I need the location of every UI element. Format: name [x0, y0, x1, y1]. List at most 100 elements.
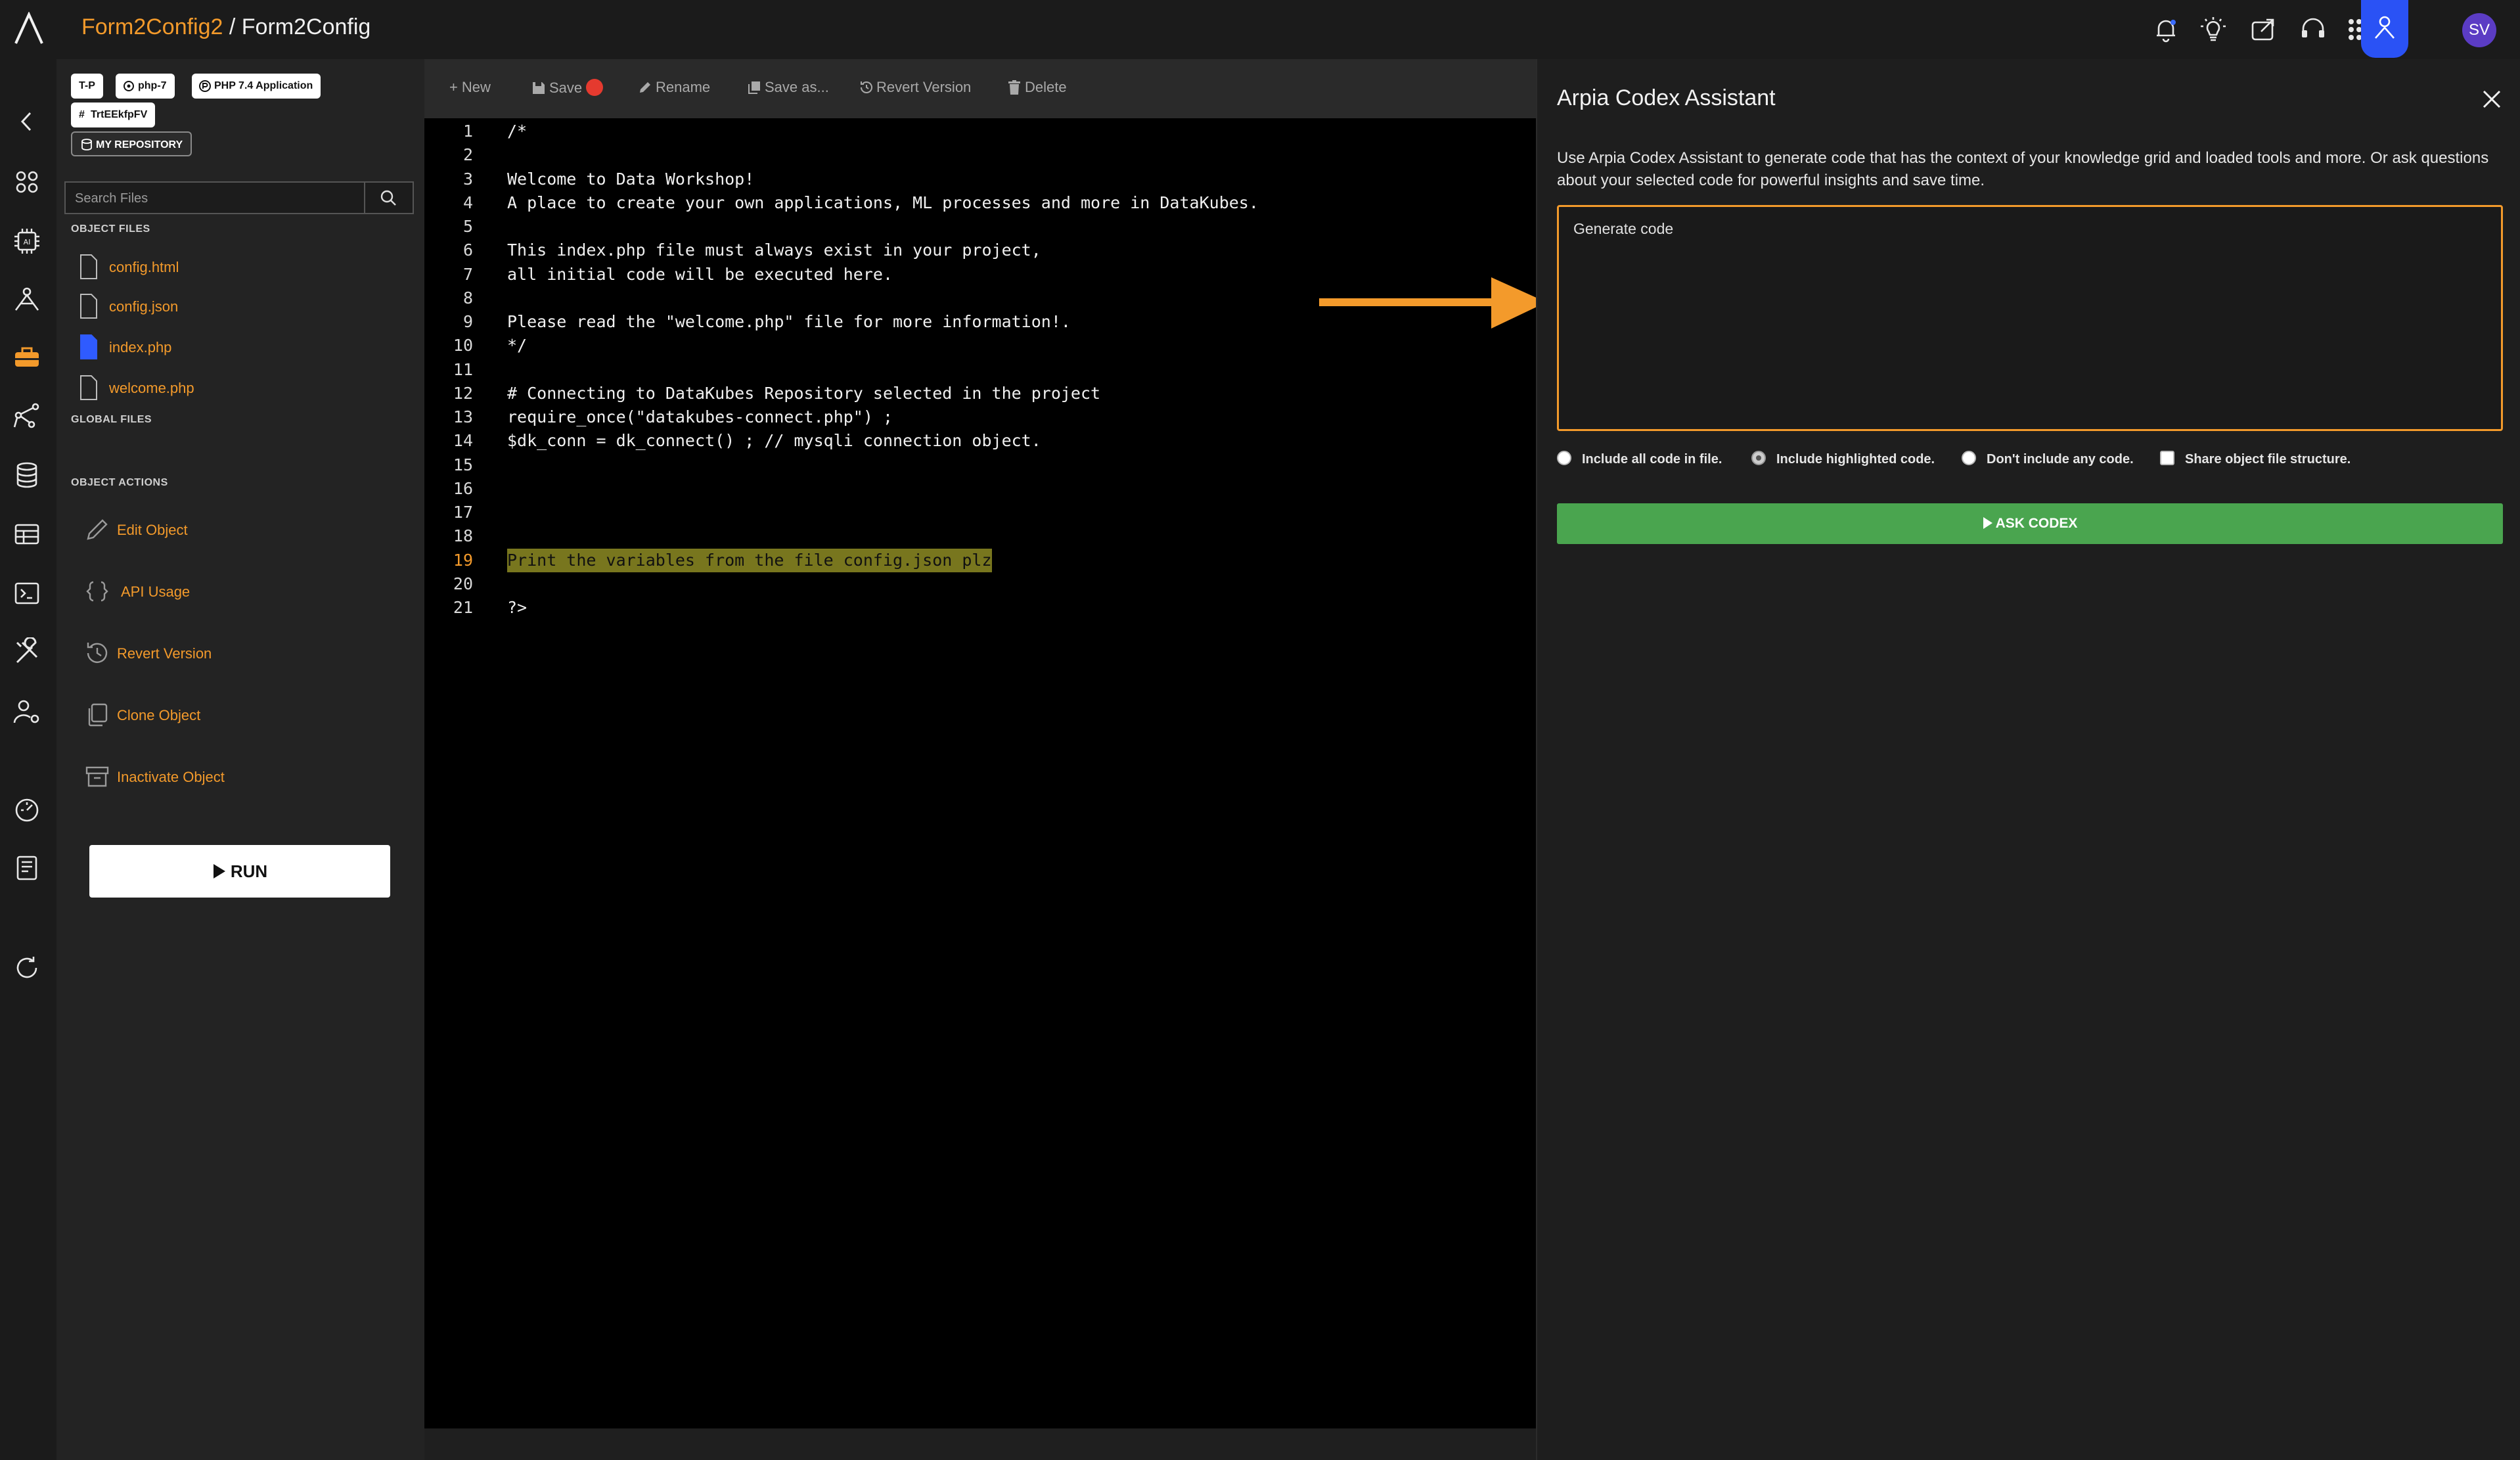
bell-icon[interactable]: [2151, 14, 2181, 45]
line-number: 13: [453, 407, 473, 426]
object-files-heading: OBJECT FILES: [71, 223, 150, 235]
tag-runtime: PHP 7.4 Application: [192, 74, 321, 99]
include-highlighted-radio[interactable]: [1751, 451, 1766, 465]
share-structure-label: Share object file structure.: [2185, 452, 2351, 467]
copy-icon: [88, 703, 108, 727]
save-label: Save: [549, 80, 583, 96]
include-none-radio[interactable]: [1962, 451, 1976, 465]
codex-assistant-panel: Arpia Codex Assistant Use Arpia Codex As…: [1536, 59, 2520, 1460]
code-line: 12 # Connecting to DataKubes Repository s…: [424, 382, 1536, 405]
breadcrumb-project[interactable]: Form2Config2: [81, 14, 223, 39]
arpia-logo[interactable]: [12, 11, 46, 46]
delete-button[interactable]: Delete: [1008, 79, 1067, 96]
line-number: 19: [453, 550, 473, 570]
pencil-icon: [87, 519, 108, 540]
line-number: 20: [453, 574, 473, 593]
tag-php-version: php-7: [116, 74, 175, 99]
editor-status-bar: [424, 1428, 1536, 1460]
network-icon[interactable]: [12, 284, 42, 314]
share-nodes-icon[interactable]: [12, 401, 42, 431]
rename-label: Rename: [656, 79, 711, 95]
line-number: 5: [462, 217, 473, 236]
line-number: 14: [453, 431, 473, 451]
code-text: A place to create your own applications,…: [507, 193, 1259, 212]
prompt-textarea[interactable]: [1572, 219, 2481, 419]
include-none-option[interactable]: Don't include any code.: [1962, 449, 2134, 469]
assistant-icon: [2375, 16, 2395, 39]
file-item[interactable]: welcome.php: [79, 375, 276, 401]
revert-version-button[interactable]: Revert Version: [859, 79, 971, 96]
file-item[interactable]: config.html: [79, 254, 276, 280]
tools-icon[interactable]: [12, 636, 42, 668]
close-button[interactable]: [2481, 88, 2503, 110]
clone-object-action[interactable]: Clone Object: [83, 700, 280, 729]
code-text: ?>: [507, 598, 528, 617]
annotation-arrow: [1319, 277, 1546, 329]
lightbulb-icon[interactable]: [2198, 14, 2228, 45]
save-icon: [533, 82, 545, 94]
api-usage-action[interactable]: API Usage: [83, 577, 280, 606]
inactivate-object-action[interactable]: Inactivate Object: [83, 762, 280, 791]
new-button[interactable]: + New: [449, 79, 491, 96]
file-icon: [80, 254, 97, 279]
save-button[interactable]: Save: [532, 79, 604, 97]
run-label: RUN: [230, 861, 268, 881]
database-icon[interactable]: [12, 460, 42, 490]
code-line: 14 $dk_conn = dk_connect() ; // mysqli co…: [424, 429, 1536, 453]
search-files-input[interactable]: [74, 183, 365, 214]
include-all-radio[interactable]: [1557, 451, 1571, 465]
delete-label: Delete: [1025, 79, 1067, 95]
revert-version-action[interactable]: Revert Version: [83, 639, 280, 668]
share-structure-checkbox[interactable]: [2160, 451, 2174, 465]
include-all-option[interactable]: Include all code in file.: [1557, 449, 1728, 469]
line-number: 15: [453, 455, 473, 474]
file-icon: [80, 375, 97, 400]
apps-icon[interactable]: [12, 167, 42, 197]
line-number: 18: [453, 526, 473, 546]
share-icon[interactable]: [2248, 14, 2278, 45]
line-number: 10: [453, 336, 473, 355]
file-item[interactable]: config.json: [79, 293, 276, 319]
support-icon[interactable]: [2298, 14, 2328, 45]
terminal-icon[interactable]: [12, 578, 42, 608]
action-label: Clone Object: [117, 707, 201, 723]
refresh-icon[interactable]: [12, 953, 42, 983]
file-item-active[interactable]: index.php: [79, 334, 276, 360]
book-icon[interactable]: [12, 853, 42, 883]
save-as-button[interactable]: Save as...: [748, 79, 829, 96]
tag-hash-label: TrtEEkfpFV: [91, 109, 148, 120]
toolbox-icon[interactable]: [12, 342, 42, 372]
run-button[interactable]: RUN: [89, 845, 390, 898]
edit-object-action[interactable]: Edit Object: [83, 515, 280, 544]
ask-codex-button[interactable]: ASK CODEX: [1557, 503, 2503, 544]
ai-chip-icon[interactable]: AI: [12, 226, 42, 256]
dashboard-icon[interactable]: [12, 795, 42, 825]
assistant-toggle-button[interactable]: [2361, 0, 2408, 58]
repository-tag-label: MY REPOSITORY: [96, 139, 183, 150]
action-label: Inactivate Object: [117, 769, 225, 785]
code-line: 6 This index.php file must always exist i…: [424, 239, 1536, 262]
trash-icon: [1008, 80, 1020, 95]
table-icon[interactable]: [12, 519, 42, 549]
line-number: 11: [453, 359, 473, 379]
include-highlighted-option[interactable]: Include highlighted code.: [1751, 449, 1935, 469]
rename-button[interactable]: Rename: [639, 79, 710, 96]
breadcrumb: Form2Config2 / Form2Config: [81, 14, 371, 40]
file-icon-active: [80, 334, 97, 359]
search-button[interactable]: [364, 183, 413, 213]
code-line: 20: [424, 572, 1536, 596]
play-icon: [213, 864, 225, 878]
line-number: 8: [462, 288, 473, 308]
back-icon[interactable]: [12, 106, 42, 137]
search-icon: [380, 190, 396, 206]
share-structure-option[interactable]: Share object file structure.: [2160, 449, 2357, 469]
code-text: all initial code will be executed here.: [507, 264, 893, 284]
repository-tag[interactable]: MY REPOSITORY: [71, 131, 192, 156]
line-number: 21: [453, 598, 473, 617]
svg-text:AI: AI: [24, 238, 31, 246]
code-line: 13 require_once("datakubes-connect.php") …: [424, 405, 1536, 429]
code-text: /*: [507, 122, 528, 141]
code-line: 16: [424, 477, 1536, 501]
user-settings-icon[interactable]: [12, 696, 42, 727]
user-avatar[interactable]: SV: [2462, 13, 2496, 47]
